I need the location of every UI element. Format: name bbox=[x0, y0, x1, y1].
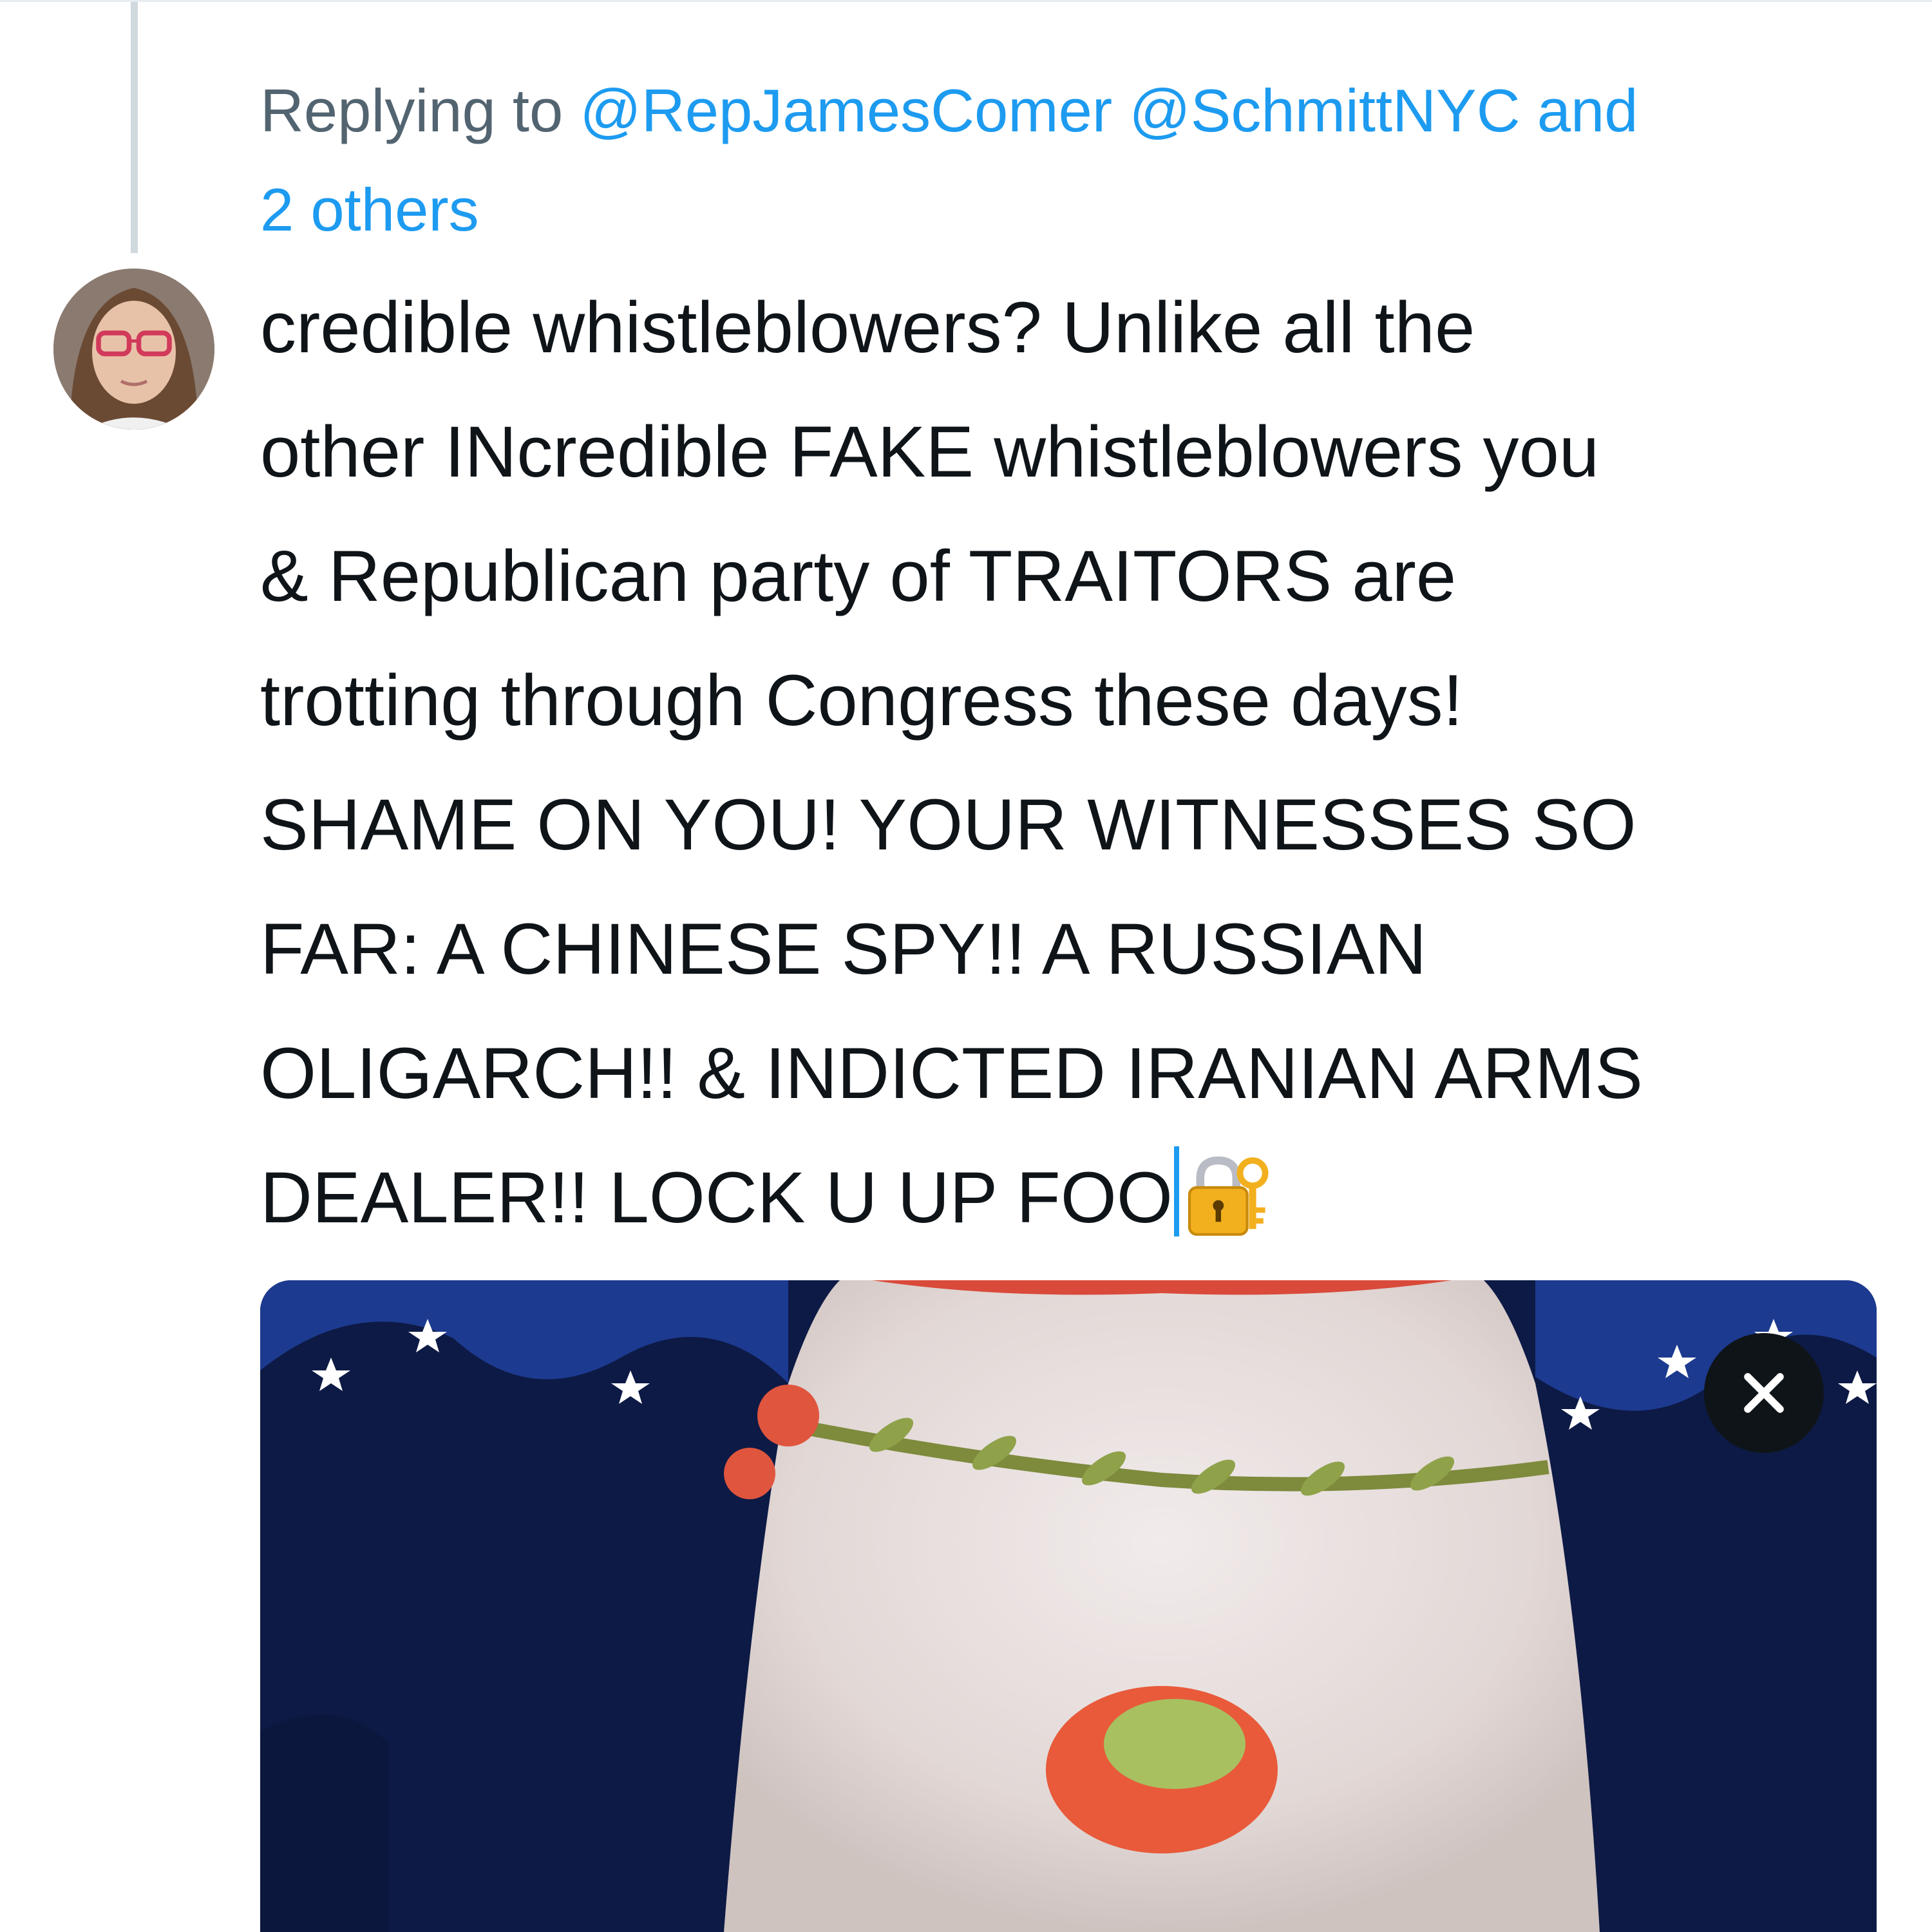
avatar[interactable] bbox=[53, 269, 214, 430]
thread-connector-line bbox=[131, 2, 138, 253]
mention-link-schmittnyc[interactable]: @SchmittNYC bbox=[1129, 77, 1520, 144]
text-cursor bbox=[1173, 1146, 1179, 1236]
tweet-line: SHAME ON YOU! YOUR WITNESSES SO bbox=[260, 784, 1636, 865]
remove-media-button[interactable] bbox=[1704, 1333, 1824, 1453]
tweet-text: credible whistleblowers? Unlike all the … bbox=[260, 265, 1883, 1260]
tweet-line: credible whistleblowers? Unlike all the bbox=[260, 287, 1475, 368]
and-label[interactable]: and bbox=[1520, 77, 1638, 144]
replying-to-context: Replying to @RepJamesComer @SchmittNYC a… bbox=[260, 61, 1883, 260]
tweet-line: DEALER!! LOCK U UP FOO bbox=[260, 1157, 1173, 1238]
gif-image bbox=[260, 1280, 1877, 1932]
tweet-line: FAR: A CHINESE SPY!! A RUSSIAN bbox=[260, 909, 1427, 989]
tweet-line: & Republican party of TRAITORS are bbox=[260, 536, 1457, 616]
tweet-line: OLIGARCH!! & INDICTED IRANIAN ARMS bbox=[260, 1033, 1643, 1113]
avatar-image bbox=[53, 269, 214, 430]
tweet-line-last: DEALER!! LOCK U UP FOO bbox=[260, 1135, 1883, 1260]
closed-lock-with-key-icon bbox=[1180, 1151, 1271, 1242]
tweet-line: trotting through Congress these days! bbox=[260, 660, 1463, 741]
close-icon bbox=[1744, 1373, 1784, 1413]
tweet-line: other INcredible FAKE whistleblowers you bbox=[260, 412, 1600, 492]
replying-to-label: Replying to bbox=[260, 77, 580, 144]
top-divider bbox=[0, 0, 1932, 2]
others-link[interactable]: 2 others bbox=[260, 176, 479, 243]
gif-attachment[interactable] bbox=[260, 1280, 1877, 1932]
mention-link-repjamescomer[interactable]: @RepJamesComer bbox=[580, 77, 1112, 144]
